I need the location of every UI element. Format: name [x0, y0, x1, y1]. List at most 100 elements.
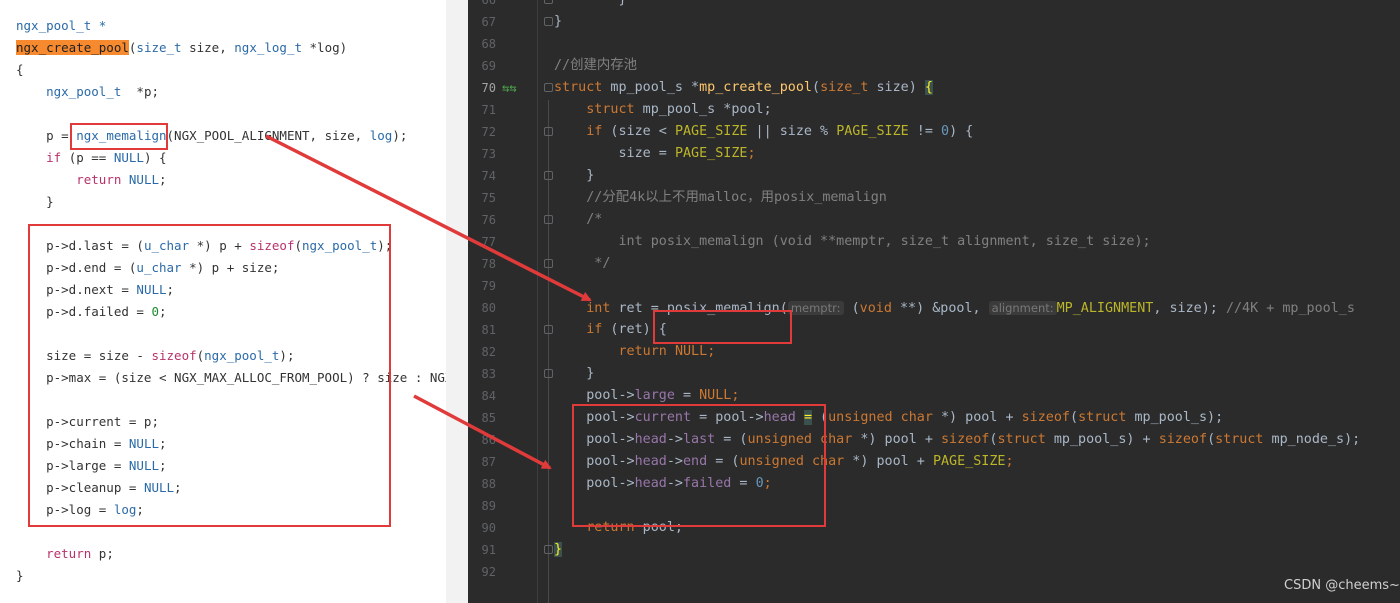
editor-line[interactable]: 67}: [468, 11, 1400, 33]
code-token: ;: [1005, 454, 1014, 469]
editor-line[interactable]: 80 int ret = posix_memalign(memptr: (voi…: [468, 297, 1400, 319]
fold-marker-icon[interactable]: [544, 0, 553, 4]
line-number: 67: [481, 15, 496, 29]
code-content: }: [554, 11, 562, 33]
line-number: 89: [481, 499, 496, 513]
editor-line[interactable]: 92: [468, 561, 1400, 583]
code-content: int posix_memalign (void **memptr, size_…: [554, 231, 1151, 253]
code-content: if (ret) {: [554, 319, 667, 341]
line-number: 88: [481, 477, 496, 491]
highlight-box-ngx-init: [28, 224, 391, 527]
editor-line[interactable]: 72 if (size < PAGE_SIZE || size % PAGE_S…: [468, 121, 1400, 143]
editor-line[interactable]: 83 }: [468, 363, 1400, 385]
editor-line[interactable]: 82 return NULL;: [468, 341, 1400, 363]
editor-line[interactable]: 71 struct mp_pool_s *pool;: [468, 99, 1400, 121]
code-token: ngx_create_pool: [16, 40, 129, 55]
code-token: mp_pool_s *: [602, 80, 700, 95]
editor-line[interactable]: 91}: [468, 539, 1400, 561]
implementation-swap-icon[interactable]: ⇆⇆: [502, 77, 516, 99]
fold-marker-icon[interactable]: [544, 545, 553, 554]
editor-line[interactable]: 77 int posix_memalign (void **memptr, si…: [468, 231, 1400, 253]
line-number: 91: [481, 543, 496, 557]
code-token: {: [924, 80, 933, 95]
editor-line[interactable]: 74 }: [468, 165, 1400, 187]
line-number: 66: [481, 0, 496, 7]
code-token: }: [554, 542, 563, 557]
code-token: struct: [1078, 410, 1127, 425]
editor-line[interactable]: 78 */: [468, 253, 1400, 275]
code-token: sizeof: [1021, 410, 1070, 425]
code-token: log: [369, 128, 393, 143]
code-token: PAGE_SIZE: [932, 454, 1006, 469]
code-token: mp_pool_s);: [1126, 410, 1224, 425]
code-token: }: [554, 14, 563, 29]
fold-marker-icon[interactable]: [544, 17, 553, 26]
code-token: struct: [1215, 432, 1264, 447]
code-token: struct: [554, 80, 603, 95]
code-token: //分配4k以上不用malloc，用posix_memalign: [554, 190, 887, 205]
code-token: NULL: [699, 388, 732, 403]
editor-line[interactable]: 68: [468, 33, 1400, 55]
line-number: 68: [481, 37, 496, 51]
code-token: int posix_memalign (void **memptr, size_…: [554, 234, 1151, 249]
editor-line[interactable]: 70 ⇆⇆ struct mp_pool_s *mp_create_pool(siz…: [468, 77, 1400, 99]
parameter-hint: memptr:: [787, 301, 844, 315]
code-content: /*: [554, 209, 602, 231]
code-content: struct mp_pool_s *mp_create_pool(size_t …: [554, 77, 933, 99]
line-number: 92: [481, 565, 496, 579]
fold-marker-icon[interactable]: [544, 83, 553, 92]
editor-line[interactable]: 75 //分配4k以上不用malloc，用posix_memalign: [468, 187, 1400, 209]
editor-line[interactable]: 79: [468, 275, 1400, 297]
editor-line[interactable]: 76 /*: [468, 209, 1400, 231]
code-token: size =: [554, 146, 675, 161]
line-number: 72: [481, 125, 496, 139]
fold-marker-icon[interactable]: [544, 127, 553, 136]
code-token: ngx_pool_t: [46, 84, 122, 99]
line-number: 86: [481, 433, 496, 447]
code-token: ;: [707, 344, 716, 359]
code-token: NULL: [674, 344, 708, 359]
line-number: 75: [481, 191, 496, 205]
code-token: if: [586, 124, 603, 139]
line-number: 82: [481, 345, 496, 359]
code-token: PAGE_SIZE: [836, 124, 909, 139]
code-token: (: [1207, 432, 1216, 447]
editor-line[interactable]: 73 size = PAGE_SIZE;: [468, 143, 1400, 165]
line-number: 69: [481, 59, 496, 73]
code-token: size_t: [820, 80, 869, 95]
code-token: ) {: [949, 124, 974, 139]
line-number: 70: [481, 81, 496, 95]
code-token: ngx_log_t: [234, 40, 302, 55]
line-number: 81: [481, 323, 496, 337]
code-token: ;: [731, 388, 740, 403]
code-token: (: [812, 80, 821, 95]
code-token: void: [859, 301, 892, 316]
line-number: 84: [481, 389, 496, 403]
code-token: 0: [941, 124, 950, 139]
fold-marker-icon[interactable]: [544, 259, 553, 268]
editor-line[interactable]: 66 }: [468, 0, 1400, 11]
code-token: sizeof: [941, 432, 990, 447]
code-token: =: [674, 388, 700, 403]
code-content: //分配4k以上不用malloc，用posix_memalign: [554, 187, 887, 209]
code-token: }: [554, 366, 595, 381]
fold-marker-icon[interactable]: [544, 215, 553, 224]
fold-marker-icon[interactable]: [544, 171, 553, 180]
fold-marker-icon[interactable]: [544, 369, 553, 378]
code-token: (: [1070, 410, 1079, 425]
editor-line[interactable]: 69 //创建内存池: [468, 55, 1400, 77]
code-token: size,: [181, 40, 235, 55]
code-content: */: [554, 253, 610, 275]
fold-marker-icon[interactable]: [544, 325, 553, 334]
editor-line[interactable]: 81 if (ret) {: [468, 319, 1400, 341]
code-token: return: [618, 344, 667, 359]
left-code-line: }: [16, 565, 24, 587]
